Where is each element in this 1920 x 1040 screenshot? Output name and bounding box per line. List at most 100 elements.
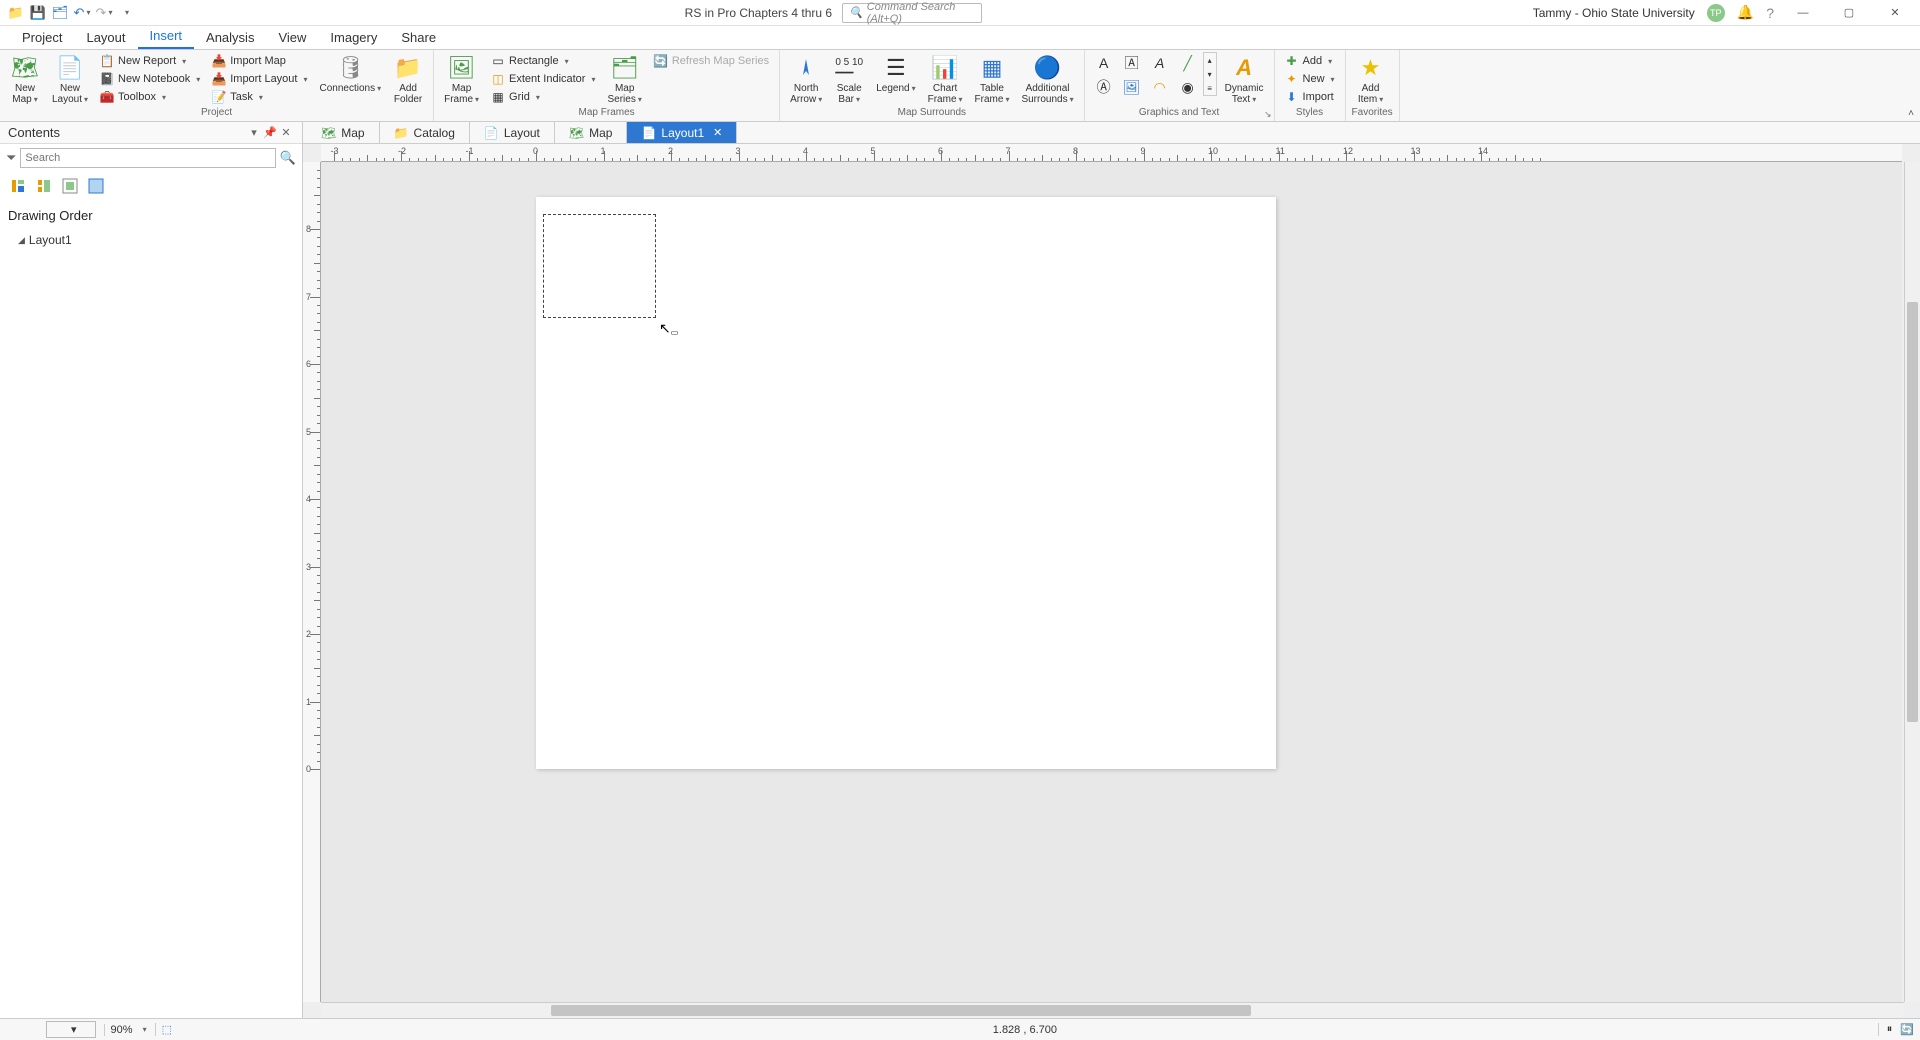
map-frame-button[interactable]: 🖼 Map Frame▾ [440,52,483,107]
legend-button[interactable]: ☰ Legend▾ [872,52,919,96]
undo-icon[interactable]: ↶▾ [74,5,90,21]
tab-project[interactable]: Project [10,26,74,49]
styles-new-button[interactable]: ✦New▾ [1281,70,1339,88]
tab-share[interactable]: Share [389,26,448,49]
add-folder-button[interactable]: 📁 Add Folder [389,52,427,107]
open-project-icon[interactable]: 📁 [8,5,24,21]
circle-text-tool[interactable]: Ⓐ [1091,76,1117,98]
toc-layout-item[interactable]: ◢ Layout1 [0,229,302,251]
tab-close-icon[interactable]: ✕ [713,126,722,139]
toc-drawing-order-icon[interactable] [8,176,28,196]
status-dropdown[interactable]: ▾ [46,1021,96,1038]
insert-draft-rectangle[interactable] [543,214,656,318]
mapframes-group-label: Map Frames [440,107,773,119]
rectangle-button[interactable]: ▭Rectangle▾ [487,52,599,70]
tab-view[interactable]: View [266,26,318,49]
new-notebook-button[interactable]: 📓New Notebook▾ [96,70,204,88]
zoom-dropdown-icon[interactable]: ▾ [143,1025,147,1034]
ribbon-group-favorites: ★ Add Item▾ Favorites [1346,50,1400,121]
help-icon[interactable]: ? [1766,5,1774,21]
map-series-button[interactable]: 🗂 Map Series▾ [603,52,645,107]
view-tab-map2[interactable]: 🗺Map [555,122,628,143]
contents-search-input[interactable] [20,148,275,168]
chart-frame-button[interactable]: 📊 Chart Frame▾ [924,52,967,107]
tab-layout[interactable]: Layout [74,26,137,49]
view-tab-map[interactable]: 🗺Map [307,122,380,143]
user-name[interactable]: Tammy - Ohio State University [1533,6,1695,20]
horizontal-scrollbar[interactable] [321,1002,1904,1018]
point-tool[interactable]: ◉ [1175,76,1201,98]
maximize-button[interactable]: ▢ [1832,2,1866,24]
search-go-icon[interactable]: 🔍 [280,150,296,166]
additional-surrounds-button[interactable]: 🔵 Additional Surrounds▾ [1017,52,1077,107]
toc-element-type-icon[interactable] [34,176,54,196]
extent-indicator-button[interactable]: ◫Extent Indicator▾ [487,70,599,88]
layout-page-area[interactable]: ↖▭ [321,162,1902,1002]
import-map-button[interactable]: 📥Import Map [208,52,311,70]
expand-icon[interactable]: ◢ [18,235,25,246]
arc-tool[interactable]: ◠ [1147,76,1173,98]
refresh-map-series-button[interactable]: 🔄Refresh Map Series [650,52,773,70]
text-tool-A[interactable]: A [1091,52,1117,74]
gallery-more-icon[interactable]: ≡ [1204,81,1216,95]
close-button[interactable]: ✕ [1878,2,1912,24]
qat-customize-icon[interactable]: ▾ [118,5,134,21]
new-map-button[interactable]: 🗺 New Map▾ [6,52,44,107]
toc-selection-icon[interactable] [86,176,106,196]
pause-draw-icon[interactable]: ⏸ [1878,1023,1893,1036]
scale-bar-button[interactable]: 0 5 10━━━ Scale Bar▾ [830,52,868,107]
text-tool-curved[interactable]: A [1147,52,1173,74]
view-tab-catalog[interactable]: 📁Catalog [380,122,470,143]
layout-page[interactable] [536,197,1276,769]
pane-close-icon[interactable]: ✕ [278,126,294,139]
tab-analysis[interactable]: Analysis [194,26,266,49]
new-layout-button[interactable]: 📄 New Layout▾ [48,52,92,107]
zoom-to-page-icon[interactable]: ⬚ [155,1023,172,1036]
chart-icon: 📊 [931,54,959,82]
import-layout-button[interactable]: 📥Import Layout▾ [208,70,311,88]
new-project-icon[interactable]: 🗂 [52,5,68,21]
vertical-ruler[interactable]: 012345678 [303,162,321,1002]
add-item-button[interactable]: ★ Add Item▾ [1352,52,1390,107]
toc-map-frame-icon[interactable] [60,176,80,196]
hscroll-thumb[interactable] [551,1005,1251,1016]
save-icon[interactable]: 💾 [30,5,46,21]
contents-header: Contents ▾ 📌 ✕ [0,122,302,144]
view-tab-layout[interactable]: 📄Layout [470,122,555,143]
gallery-up-icon[interactable]: ▴ [1204,53,1216,67]
vertical-scrollbar[interactable] [1904,162,1920,1002]
styles-import-button[interactable]: ⬇Import [1281,88,1339,106]
vscroll-thumb[interactable] [1907,302,1918,722]
layout-canvas: -3-2-101234567891011121314 012345678 ↖▭ [303,144,1920,1018]
redo-icon[interactable]: ↷▾ [96,5,112,21]
collapse-ribbon-icon[interactable]: ˄ [1908,108,1914,119]
pane-dropdown-icon[interactable]: ▾ [246,126,262,139]
tab-imagery[interactable]: Imagery [318,26,389,49]
horizontal-ruler[interactable]: -3-2-101234567891011121314 [321,144,1902,162]
north-arrow-button[interactable]: North Arrow▾ [786,52,826,107]
connections-button[interactable]: 🛢 Connections▾ [316,52,386,96]
command-search[interactable]: 🔍 Command Search (Alt+Q) [842,3,982,23]
zoom-level[interactable]: 90% [104,1024,133,1036]
text-tool-box[interactable]: 🄰 [1119,52,1145,74]
task-button[interactable]: 📝Task▾ [208,88,311,106]
additional-icon: 🔵 [1034,54,1062,82]
styles-add-button[interactable]: ✚Add▾ [1281,52,1339,70]
line-tool[interactable]: ╱ [1175,52,1201,74]
filter-icon[interactable]: ⏷ [6,150,16,166]
picture-tool[interactable]: 🖼 [1119,76,1145,98]
gallery-down-icon[interactable]: ▾ [1204,67,1216,81]
tab-insert[interactable]: Insert [138,24,195,49]
refresh-draw-icon[interactable]: 🔄 [1900,1023,1914,1036]
user-avatar[interactable]: TP [1707,4,1725,22]
notifications-icon[interactable]: 🔔 [1737,4,1754,21]
table-frame-button[interactable]: ▦ Table Frame▾ [971,52,1014,107]
view-tab-layout1[interactable]: 📄Layout1✕ [627,122,737,143]
new-report-button[interactable]: 📋New Report▾ [96,52,204,70]
graphics-text-dialog-launcher[interactable]: ↘ [1264,109,1272,120]
pane-pin-icon[interactable]: 📌 [262,126,278,139]
toolbox-button[interactable]: 🧰Toolbox▾ [96,88,204,106]
minimize-button[interactable]: — [1786,2,1820,24]
grid-button[interactable]: ▦Grid▾ [487,88,599,106]
dynamic-text-button[interactable]: A Dynamic Text▾ [1221,52,1268,107]
